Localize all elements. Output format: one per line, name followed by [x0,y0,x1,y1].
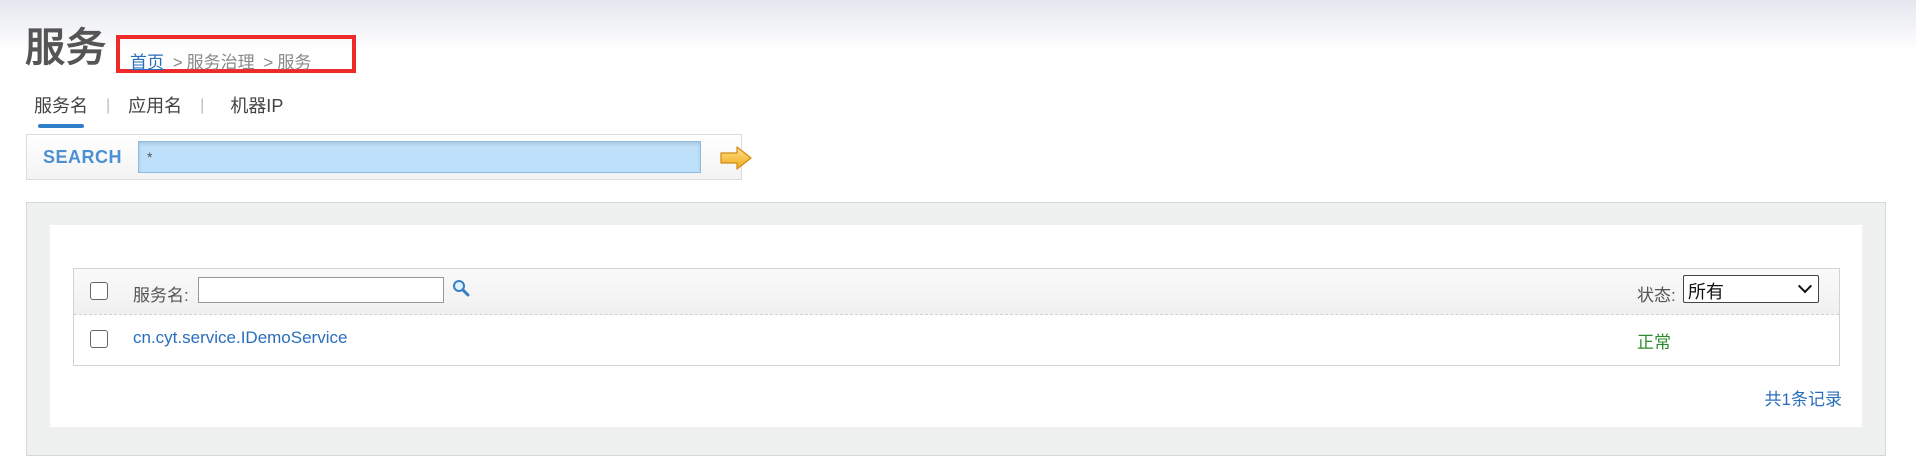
arrow-right-icon[interactable] [719,145,753,171]
service-link[interactable]: cn.cyt.service.IDemoService [133,328,347,348]
status-filter-label: 状态: [1637,286,1676,305]
breadcrumb-current: 服务 [277,53,312,72]
table-header: 服务名: 状态: 所有 [74,269,1839,315]
search-input[interactable] [138,141,701,173]
results-inner-panel: 服务名: 状态: 所有 cn.cyt.service.IDemoService … [50,225,1862,427]
service-name-filter-label: 服务名: [133,286,189,305]
breadcrumb-separator: > [263,53,274,72]
table-row: cn.cyt.service.IDemoService 正常 [74,315,1839,365]
tab-machine-ip[interactable]: 机器IP [230,94,283,118]
status-filter-selected: 所有 [1688,282,1724,302]
tab-divider: | [106,97,111,114]
page-title: 服务 [25,26,107,70]
chevron-down-icon [1797,279,1813,294]
magnifier-icon[interactable] [452,279,470,297]
results-panel: 服务名: 状态: 所有 cn.cyt.service.IDemoService … [26,202,1886,456]
search-bar: SEARCH [26,134,752,180]
services-table: 服务名: 状态: 所有 cn.cyt.service.IDemoService … [73,268,1840,366]
tab-service-name[interactable]: 服务名 [34,94,88,128]
search-label: SEARCH [43,147,123,167]
select-all-checkbox[interactable] [90,282,108,300]
breadcrumb: 首页 > 服务治理 > 服务 [116,35,356,73]
tab-divider: | [200,97,205,114]
breadcrumb-home-link[interactable]: 首页 [130,53,164,72]
record-count: 共1条记录 [1764,390,1842,409]
breadcrumb-separator: > [172,53,183,72]
row-checkbox[interactable] [90,330,108,348]
status-filter-select[interactable]: 所有 [1683,275,1819,303]
tab-application-name[interactable]: 应用名 [128,94,182,118]
breadcrumb-section: 服务治理 [186,53,255,72]
service-name-filter-input[interactable] [198,277,444,303]
service-status: 正常 [1637,333,1671,352]
search-type-tabs: 服务名 | 应用名 | 机器IP [34,94,283,128]
